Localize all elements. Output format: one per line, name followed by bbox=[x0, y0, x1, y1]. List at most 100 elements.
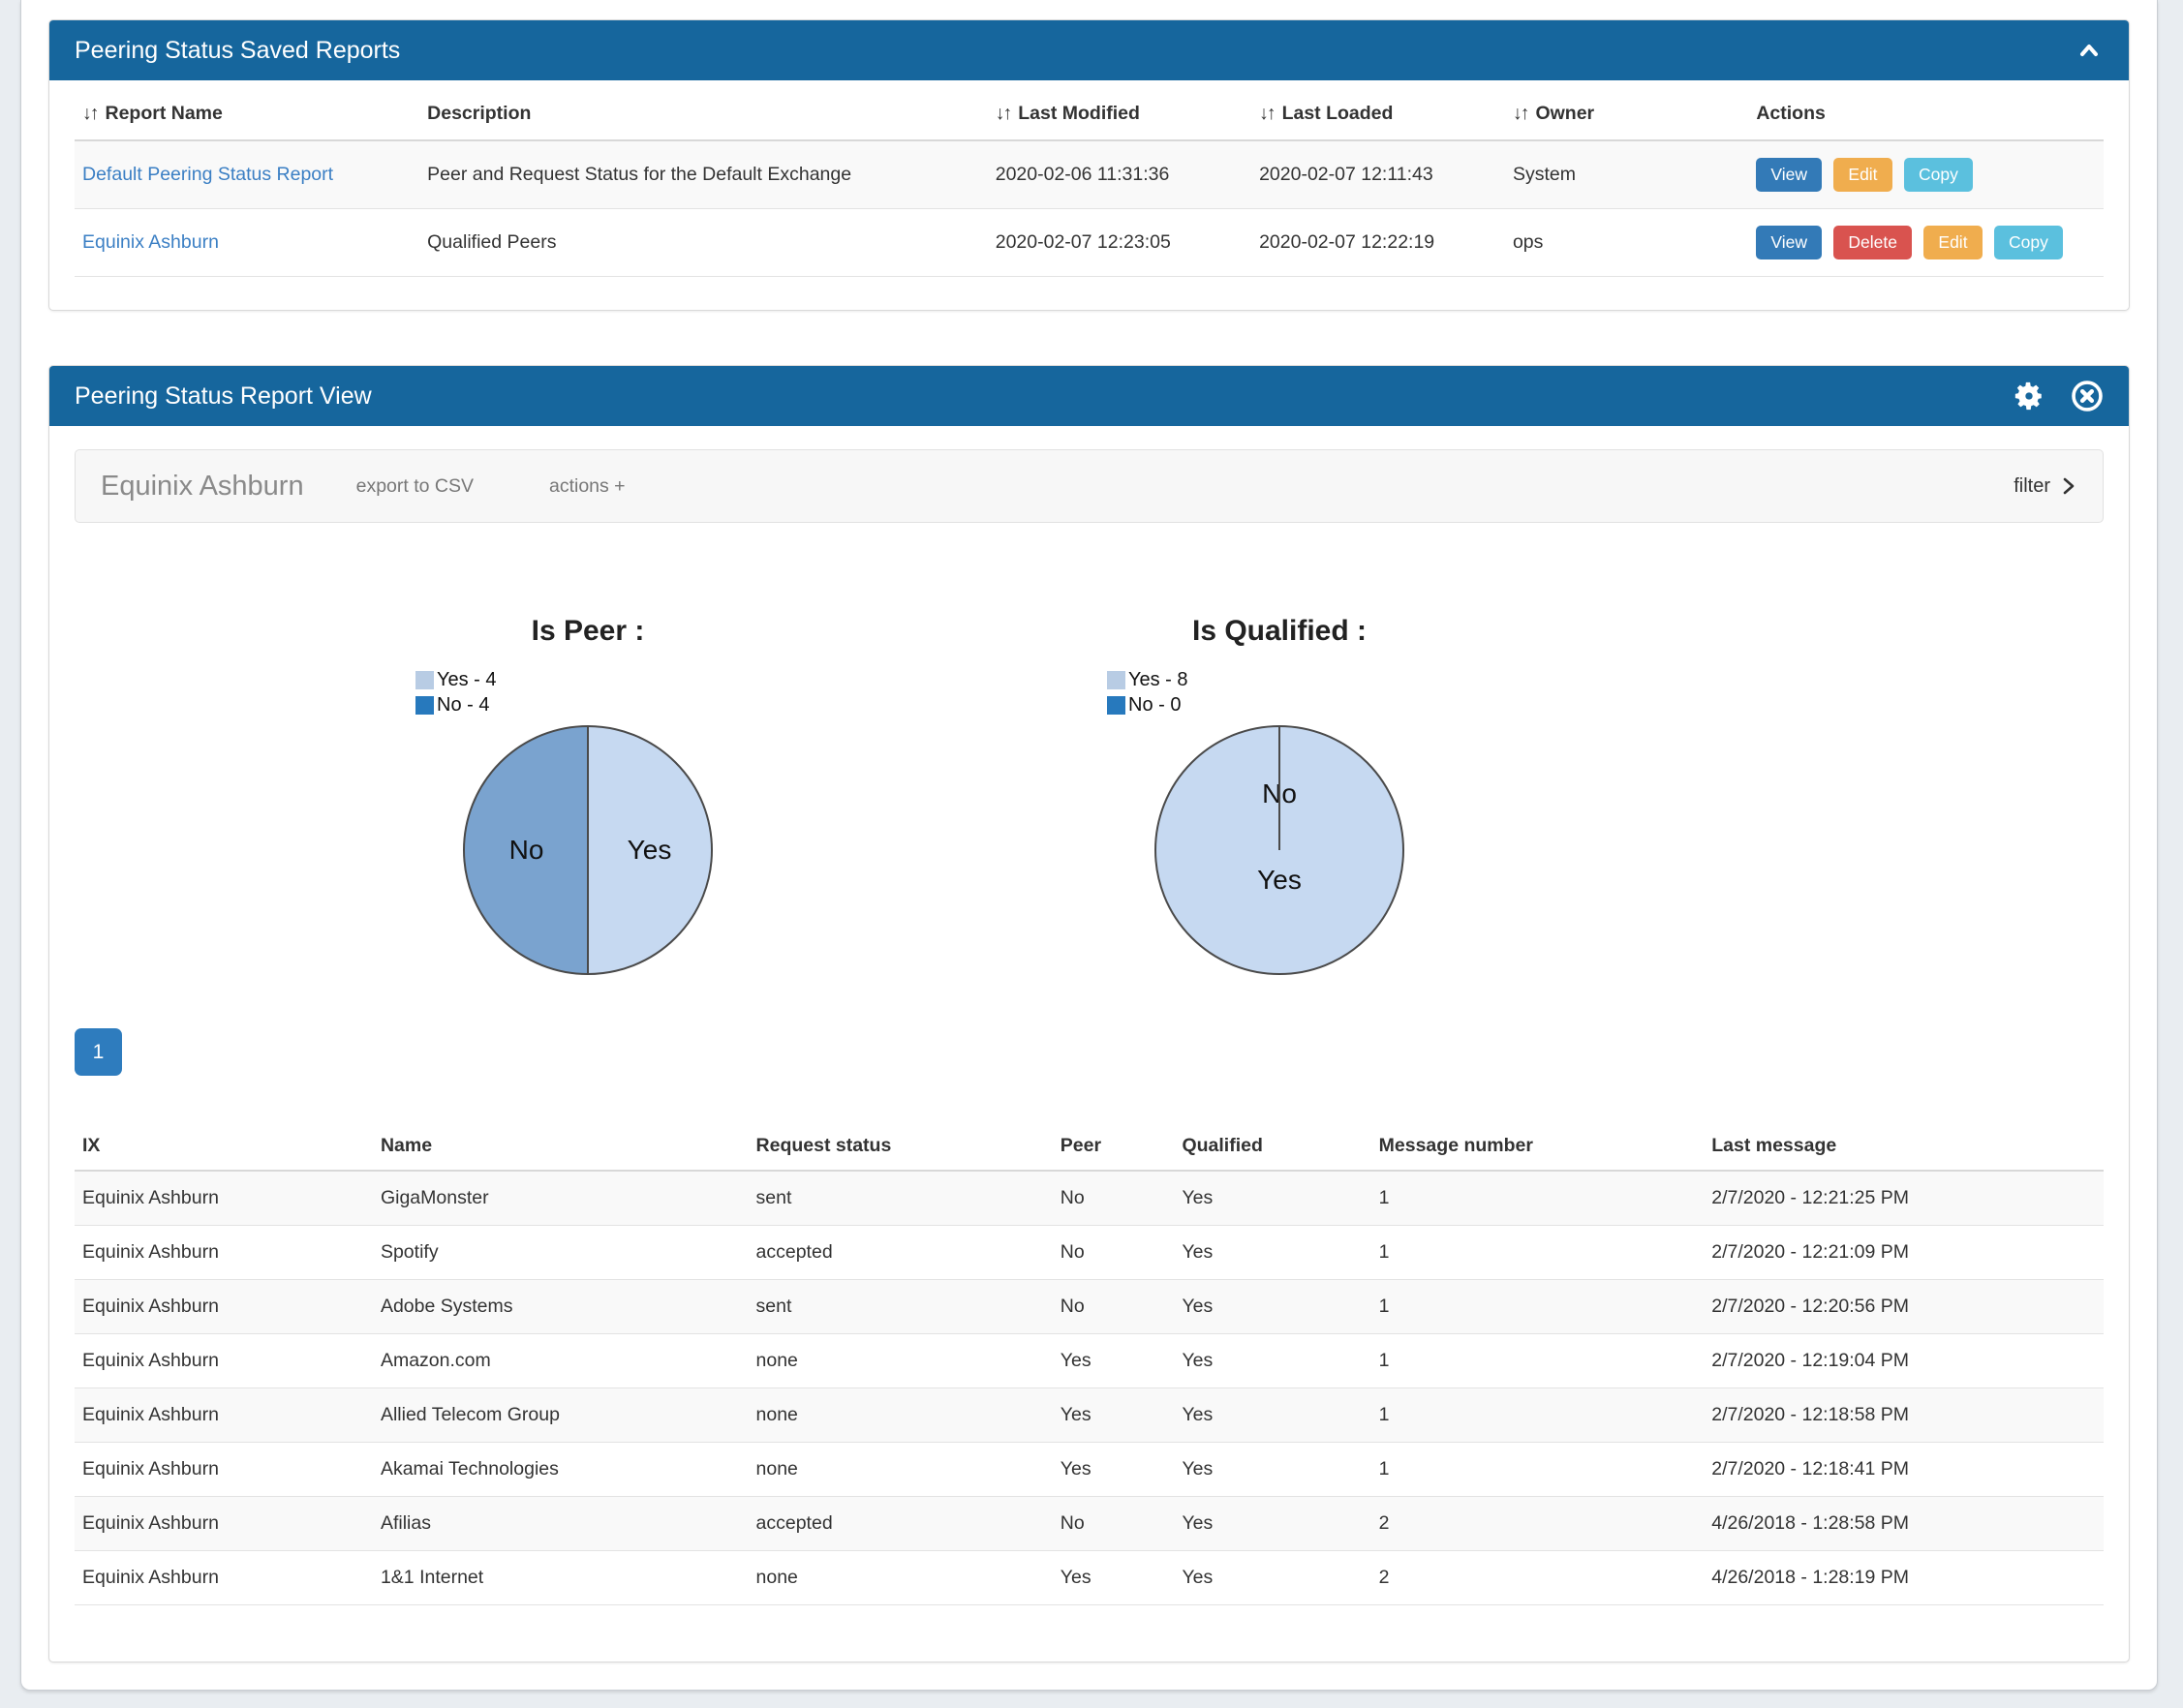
export-csv-link[interactable]: export to CSV bbox=[356, 475, 474, 498]
message-number-cell: 2 bbox=[1371, 1497, 1705, 1551]
peer-row: Equinix Ashburn Spotify accepted No Yes … bbox=[75, 1226, 2104, 1280]
peer-row: Equinix Ashburn Adobe Systems sent No Ye… bbox=[75, 1280, 2104, 1334]
sort-icon: ↓↑ bbox=[82, 103, 98, 124]
peer-cell: Yes bbox=[1053, 1334, 1175, 1388]
edit-button[interactable]: Edit bbox=[1833, 158, 1891, 192]
name-cell: 1&1 Internet bbox=[373, 1551, 749, 1605]
legend-item: No - 4 bbox=[415, 692, 497, 717]
message-number-cell: 1 bbox=[1371, 1443, 1705, 1497]
close-circle-x-icon[interactable] bbox=[2071, 380, 2104, 412]
owner-cell: ops bbox=[1505, 209, 1748, 277]
col-actions: Actions bbox=[1748, 88, 2104, 140]
view-button[interactable]: View bbox=[1756, 158, 1822, 192]
is-peer-pie: No Yes bbox=[463, 725, 713, 975]
content-card: Peering Status Saved Reports ↓↑Report Na… bbox=[20, 0, 2158, 1691]
peer-cell: Yes bbox=[1053, 1388, 1175, 1443]
saved-report-row: Default Peering Status Report Peer and R… bbox=[75, 140, 2104, 209]
legend-item: Yes - 8 bbox=[1107, 667, 1188, 692]
request-status-cell: none bbox=[749, 1551, 1053, 1605]
report-view-header: Peering Status Report View bbox=[49, 366, 2129, 426]
saved-reports-table: ↓↑Report Name Description ↓↑Last Modifie… bbox=[75, 88, 2104, 277]
is-qualified-chart: Is Qualified : Yes - 8 No - 0 No Yes bbox=[940, 615, 1618, 975]
ix-cell: Equinix Ashburn bbox=[75, 1334, 373, 1388]
legend-swatch-no bbox=[1107, 696, 1125, 715]
actions-cell: View Delete Edit Copy bbox=[1748, 209, 2104, 277]
legend-swatch-yes bbox=[1107, 671, 1125, 689]
peer-row: Equinix Ashburn 1&1 Internet none Yes Ye… bbox=[75, 1551, 2104, 1605]
peer-row: Equinix Ashburn Akamai Technologies none… bbox=[75, 1443, 2104, 1497]
report-toolbar: Equinix Ashburn export to CSV actions + … bbox=[75, 449, 2104, 523]
col-last-loaded[interactable]: ↓↑Last Loaded bbox=[1251, 88, 1505, 140]
report-link[interactable]: Default Peering Status Report bbox=[82, 164, 333, 185]
pie-slice-label-yes: Yes bbox=[588, 835, 711, 866]
legend-swatch-no bbox=[415, 696, 434, 715]
message-number-cell: 1 bbox=[1371, 1226, 1705, 1280]
ix-cell: Equinix Ashburn bbox=[75, 1388, 373, 1443]
col-name: Name bbox=[373, 1122, 749, 1171]
col-report-name[interactable]: ↓↑Report Name bbox=[75, 88, 419, 140]
filter-toggle[interactable]: filter bbox=[2014, 474, 2077, 498]
peer-cell: Yes bbox=[1053, 1443, 1175, 1497]
description-cell: Peer and Request Status for the Default … bbox=[419, 140, 988, 209]
col-last-modified[interactable]: ↓↑Last Modified bbox=[988, 88, 1251, 140]
settings-gear-icon[interactable] bbox=[2013, 380, 2045, 412]
request-status-cell: accepted bbox=[749, 1226, 1053, 1280]
pie-slice-label-no: No bbox=[465, 835, 588, 866]
saved-reports-body: ↓↑Report Name Description ↓↑Last Modifie… bbox=[49, 80, 2129, 310]
message-number-cell: 1 bbox=[1371, 1334, 1705, 1388]
last-message-cell: 4/26/2018 - 1:28:19 PM bbox=[1704, 1551, 2104, 1605]
request-status-cell: none bbox=[749, 1388, 1053, 1443]
sort-icon: ↓↑ bbox=[1513, 103, 1528, 124]
report-name-cell: Equinix Ashburn bbox=[75, 209, 419, 277]
saved-reports-header-row: ↓↑Report Name Description ↓↑Last Modifie… bbox=[75, 88, 2104, 140]
legend-swatch-yes bbox=[415, 671, 434, 689]
ix-cell: Equinix Ashburn bbox=[75, 1280, 373, 1334]
ix-cell: Equinix Ashburn bbox=[75, 1171, 373, 1226]
description-cell: Qualified Peers bbox=[419, 209, 988, 277]
copy-button[interactable]: Copy bbox=[1904, 158, 1973, 192]
legend-item: Yes - 4 bbox=[415, 667, 497, 692]
name-cell: Spotify bbox=[373, 1226, 749, 1280]
delete-button[interactable]: Delete bbox=[1833, 226, 1912, 259]
col-owner[interactable]: ↓↑Owner bbox=[1505, 88, 1748, 140]
ix-cell: Equinix Ashburn bbox=[75, 1443, 373, 1497]
col-qualified: Qualified bbox=[1174, 1122, 1370, 1171]
last-message-cell: 2/7/2020 - 12:18:41 PM bbox=[1704, 1443, 2104, 1497]
qualified-cell: Yes bbox=[1174, 1226, 1370, 1280]
qualified-cell: Yes bbox=[1174, 1388, 1370, 1443]
collapse-chevron-up-icon[interactable] bbox=[2075, 38, 2104, 63]
report-link[interactable]: Equinix Ashburn bbox=[82, 231, 219, 253]
col-last-message: Last message bbox=[1704, 1122, 2104, 1171]
peer-row: Equinix Ashburn Afilias accepted No Yes … bbox=[75, 1497, 2104, 1551]
copy-button[interactable]: Copy bbox=[1994, 226, 2063, 259]
page-1-button[interactable]: 1 bbox=[75, 1028, 122, 1076]
request-status-cell: none bbox=[749, 1443, 1053, 1497]
pie-slice-label-no: No bbox=[1156, 778, 1402, 809]
is-qualified-pie: No Yes bbox=[1154, 725, 1404, 975]
report-name: Equinix Ashburn bbox=[101, 471, 304, 503]
last-loaded-cell: 2020-02-07 12:22:19 bbox=[1251, 209, 1505, 277]
last-modified-cell: 2020-02-06 11:31:36 bbox=[988, 140, 1251, 209]
name-cell: Adobe Systems bbox=[373, 1280, 749, 1334]
last-message-cell: 2/7/2020 - 12:19:04 PM bbox=[1704, 1334, 2104, 1388]
last-message-cell: 2/7/2020 - 12:21:25 PM bbox=[1704, 1171, 2104, 1226]
peer-cell: No bbox=[1053, 1226, 1175, 1280]
peers-table: IX Name Request status Peer Qualified Me… bbox=[75, 1122, 2104, 1605]
name-cell: Akamai Technologies bbox=[373, 1443, 749, 1497]
qualified-cell: Yes bbox=[1174, 1280, 1370, 1334]
peer-cell: Yes bbox=[1053, 1551, 1175, 1605]
ix-cell: Equinix Ashburn bbox=[75, 1226, 373, 1280]
chart-title: Is Peer : bbox=[249, 615, 927, 648]
saved-reports-panel: Peering Status Saved Reports ↓↑Report Na… bbox=[48, 19, 2130, 311]
request-status-cell: sent bbox=[749, 1171, 1053, 1226]
actions-menu-link[interactable]: actions + bbox=[549, 475, 626, 498]
request-status-cell: accepted bbox=[749, 1497, 1053, 1551]
report-view-body: Equinix Ashburn export to CSV actions + … bbox=[49, 426, 2129, 1662]
view-button[interactable]: View bbox=[1756, 226, 1822, 259]
saved-reports-title: Peering Status Saved Reports bbox=[75, 37, 400, 65]
edit-button[interactable]: Edit bbox=[1923, 226, 1982, 259]
ix-cell: Equinix Ashburn bbox=[75, 1551, 373, 1605]
saved-report-row: Equinix Ashburn Qualified Peers 2020-02-… bbox=[75, 209, 2104, 277]
qualified-cell: Yes bbox=[1174, 1334, 1370, 1388]
last-message-cell: 4/26/2018 - 1:28:58 PM bbox=[1704, 1497, 2104, 1551]
